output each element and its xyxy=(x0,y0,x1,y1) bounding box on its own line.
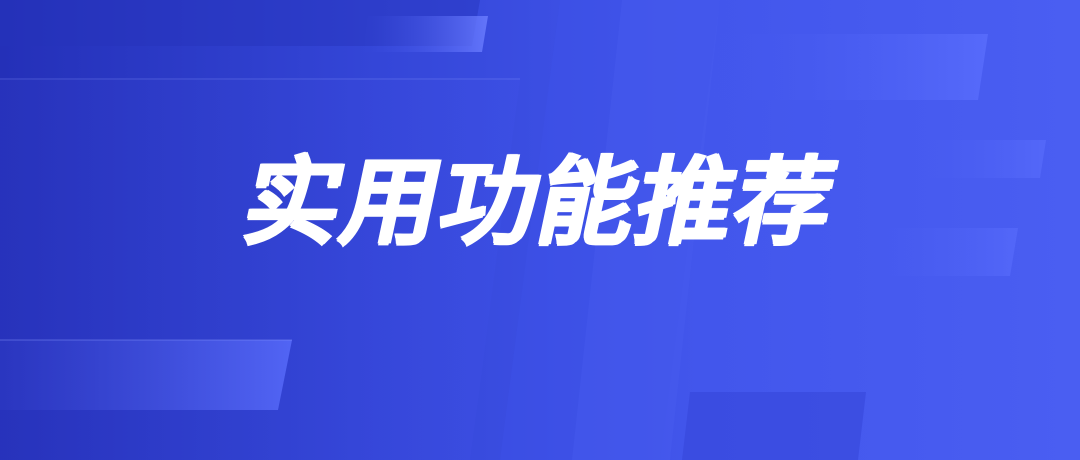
bg-stripe-right-top xyxy=(712,34,988,100)
bg-stripe-top xyxy=(362,16,488,52)
bg-panel-bottom-right xyxy=(682,392,866,460)
banner-title: 实用功能推荐 xyxy=(234,146,846,258)
banner: 实用功能推荐 xyxy=(0,0,1080,460)
bg-band-bottom-left xyxy=(0,340,292,410)
